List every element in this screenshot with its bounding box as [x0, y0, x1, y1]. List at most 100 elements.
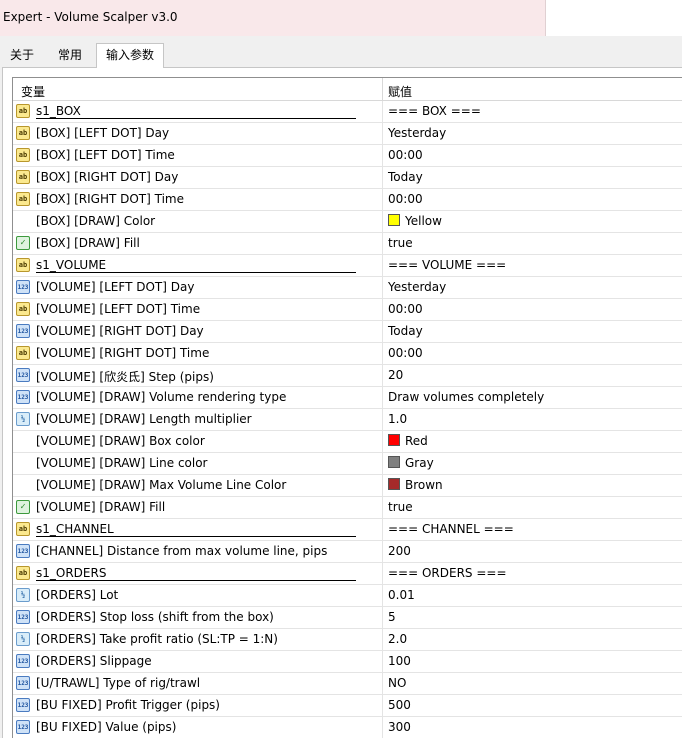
color-swatch[interactable]: [388, 478, 400, 490]
parameter-value[interactable]: === ORDERS ===: [388, 566, 507, 580]
parameter-value[interactable]: Red: [405, 434, 428, 448]
parameter-row[interactable]: ab [BOX] [RIGHT DOT] Day Today: [13, 167, 682, 189]
parameter-value[interactable]: 00:00: [388, 346, 423, 360]
parameter-row[interactable]: ✓ [VOLUME] [DRAW] Fill true: [13, 497, 682, 519]
value-cell[interactable]: === ORDERS ===: [383, 563, 682, 584]
parameter-row[interactable]: 123 [U/TRAWL] Type of rig/trawl NO: [13, 673, 682, 695]
parameter-value[interactable]: 300: [388, 720, 411, 734]
parameter-row[interactable]: 123 [BU FIXED] Profit Trigger (pips) 500: [13, 695, 682, 717]
parameter-value[interactable]: === VOLUME ===: [388, 258, 506, 272]
parameter-value[interactable]: Yesterday: [388, 126, 446, 140]
parameter-value[interactable]: Gray: [405, 456, 434, 470]
color-swatch[interactable]: [388, 214, 400, 226]
tab-about[interactable]: 关于: [2, 44, 42, 67]
parameter-row[interactable]: [VOLUME] [DRAW] Line color Gray: [13, 453, 682, 475]
parameter-row[interactable]: ✓ [BOX] [DRAW] Fill true: [13, 233, 682, 255]
parameter-row[interactable]: ab [VOLUME] [RIGHT DOT] Time 00:00: [13, 343, 682, 365]
value-cell[interactable]: Today: [383, 321, 682, 342]
parameter-row[interactable]: ab s1_CHANNEL === CHANNEL ===: [13, 519, 682, 541]
value-cell[interactable]: Today: [383, 167, 682, 188]
value-cell[interactable]: === CHANNEL ===: [383, 519, 682, 540]
parameter-row[interactable]: [VOLUME] [DRAW] Max Volume Line Color Bro…: [13, 475, 682, 497]
parameter-value[interactable]: Yellow: [405, 214, 442, 228]
value-cell[interactable]: === VOLUME ===: [383, 255, 682, 276]
parameter-row[interactable]: ½ [ORDERS] Lot 0.01: [13, 585, 682, 607]
value-cell[interactable]: Brown: [383, 475, 682, 496]
parameter-value[interactable]: === BOX ===: [388, 104, 481, 118]
color-swatch[interactable]: [388, 456, 400, 468]
parameter-row[interactable]: 123 [ORDERS] Stop loss (shift from the bo…: [13, 607, 682, 629]
parameter-value[interactable]: === CHANNEL ===: [388, 522, 514, 536]
parameter-value[interactable]: Today: [388, 324, 423, 338]
value-cell[interactable]: true: [383, 233, 682, 254]
parameter-value[interactable]: 1.0: [388, 412, 407, 426]
tab-inputs[interactable]: 输入参数: [96, 43, 164, 68]
parameter-row[interactable]: ab s1_VOLUME === VOLUME ===: [13, 255, 682, 277]
value-cell[interactable]: Yesterday: [383, 123, 682, 144]
value-cell[interactable]: Yellow: [383, 211, 682, 232]
parameter-value[interactable]: 500: [388, 698, 411, 712]
value-cell[interactable]: 00:00: [383, 189, 682, 210]
value-cell[interactable]: 300: [383, 717, 682, 738]
color-param-icon: [16, 214, 30, 228]
parameter-value[interactable]: NO: [388, 676, 406, 690]
value-cell[interactable]: 100: [383, 651, 682, 672]
value-cell[interactable]: 1.0: [383, 409, 682, 430]
parameter-row[interactable]: ab [VOLUME] [LEFT DOT] Time 00:00: [13, 299, 682, 321]
color-swatch[interactable]: [388, 434, 400, 446]
parameter-value[interactable]: 00:00: [388, 148, 423, 162]
parameter-value[interactable]: 5: [388, 610, 396, 624]
parameter-row[interactable]: ab [BOX] [LEFT DOT] Day Yesterday: [13, 123, 682, 145]
parameter-value[interactable]: 200: [388, 544, 411, 558]
value-cell[interactable]: NO: [383, 673, 682, 694]
value-cell[interactable]: 0.01: [383, 585, 682, 606]
parameter-row[interactable]: 123 [VOLUME] [欣炎氐] Step (pips) 20: [13, 365, 682, 387]
column-divider[interactable]: [382, 78, 383, 100]
parameter-row[interactable]: 123 [VOLUME] [LEFT DOT] Day Yesterday: [13, 277, 682, 299]
value-cell[interactable]: 00:00: [383, 343, 682, 364]
parameter-value[interactable]: 20: [388, 368, 403, 382]
column-header-value[interactable]: 赋值: [388, 83, 412, 100]
parameter-value[interactable]: 0.01: [388, 588, 415, 602]
parameter-row[interactable]: 123 [VOLUME] [DRAW] Volume rendering type…: [13, 387, 682, 409]
parameter-row[interactable]: 123 [VOLUME] [RIGHT DOT] Day Today: [13, 321, 682, 343]
parameter-value[interactable]: 2.0: [388, 632, 407, 646]
value-cell[interactable]: 20: [383, 365, 682, 386]
value-cell[interactable]: 00:00: [383, 145, 682, 166]
parameter-value[interactable]: 100: [388, 654, 411, 668]
parameter-value[interactable]: true: [388, 500, 413, 514]
parameter-row[interactable]: ½ [VOLUME] [DRAW] Length multiplier 1.0: [13, 409, 682, 431]
parameter-value[interactable]: Today: [388, 170, 423, 184]
value-cell[interactable]: Red: [383, 431, 682, 452]
value-cell[interactable]: 200: [383, 541, 682, 562]
parameter-row[interactable]: 123 [BU FIXED] Value (pips) 300: [13, 717, 682, 738]
value-cell[interactable]: 2.0: [383, 629, 682, 650]
value-cell[interactable]: true: [383, 497, 682, 518]
parameter-value[interactable]: 00:00: [388, 192, 423, 206]
value-cell[interactable]: 500: [383, 695, 682, 716]
parameter-row[interactable]: ab s1_BOX === BOX ===: [13, 101, 682, 123]
parameter-row[interactable]: [BOX] [DRAW] Color Yellow: [13, 211, 682, 233]
parameter-row[interactable]: ab [BOX] [LEFT DOT] Time 00:00: [13, 145, 682, 167]
parameter-row[interactable]: 123 [CHANNEL] Distance from max volume li…: [13, 541, 682, 563]
value-cell[interactable]: === BOX ===: [383, 101, 682, 122]
string-param-icon: ab: [16, 192, 30, 206]
value-cell[interactable]: Yesterday: [383, 277, 682, 298]
value-cell[interactable]: Gray: [383, 453, 682, 474]
parameter-row[interactable]: 123 [ORDERS] Slippage 100: [13, 651, 682, 673]
parameter-value[interactable]: 00:00: [388, 302, 423, 316]
parameter-row[interactable]: ab s1_ORDERS === ORDERS ===: [13, 563, 682, 585]
variable-cell: ✓ [BOX] [DRAW] Fill: [13, 233, 383, 254]
parameter-value[interactable]: Draw volumes completely: [388, 390, 544, 404]
value-cell[interactable]: 00:00: [383, 299, 682, 320]
parameter-value[interactable]: Brown: [405, 478, 443, 492]
value-cell[interactable]: Draw volumes completely: [383, 387, 682, 408]
parameter-value[interactable]: Yesterday: [388, 280, 446, 294]
column-header-variable[interactable]: 变量: [21, 83, 45, 100]
parameter-row[interactable]: [VOLUME] [DRAW] Box color Red: [13, 431, 682, 453]
parameter-row[interactable]: ab [BOX] [RIGHT DOT] Time 00:00: [13, 189, 682, 211]
parameter-value[interactable]: true: [388, 236, 413, 250]
tab-common[interactable]: 常用: [49, 44, 91, 67]
value-cell[interactable]: 5: [383, 607, 682, 628]
parameter-row[interactable]: ½ [ORDERS] Take profit ratio (SL:TP = 1:N…: [13, 629, 682, 651]
